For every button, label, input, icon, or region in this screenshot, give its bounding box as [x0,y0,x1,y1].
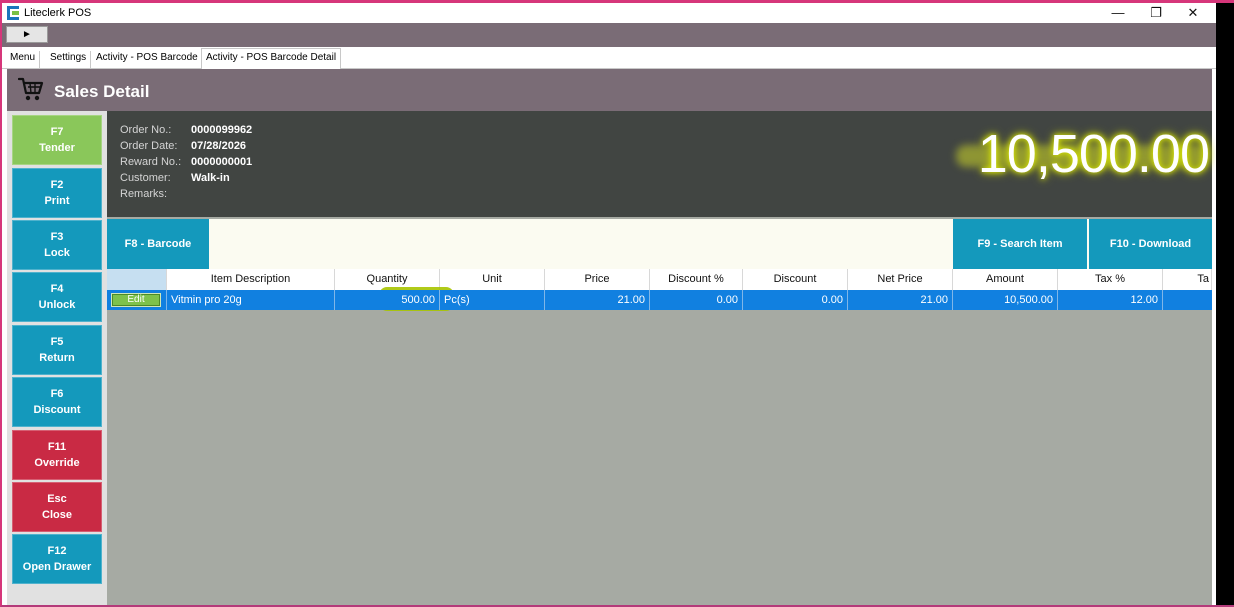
column-header-price[interactable]: Price [545,269,650,290]
return-key: F5 [50,336,64,348]
order-no-label: Order No.: [120,124,172,136]
order-info-panel: Order No.: 0000099962 Order Date: 07/28/… [107,111,1212,217]
play-button[interactable]: ► [6,26,48,43]
remarks-label: Remarks: [120,188,168,200]
desktop-edge [1216,3,1234,605]
order-no-value: 0000099962 [191,124,253,136]
override-key: F11 [47,441,67,453]
column-header-tax[interactable]: Ta [1163,269,1212,290]
customer-label: Customer: [120,172,171,184]
edit-button[interactable]: Edit [111,293,161,307]
column-header-item-description[interactable]: Item Description [167,269,335,290]
lock-key: F3 [50,231,64,243]
discount-cell[interactable]: 0.00 [743,290,848,310]
column-header-tax-pct[interactable]: Tax % [1058,269,1163,290]
unlock-key: F4 [50,283,64,295]
close-label: Close [42,509,72,521]
tab-pos-barcode[interactable]: Activity - POS Barcode [92,51,203,69]
tax-pct-cell[interactable]: 12.00 [1058,290,1163,310]
open-drawer-label: Open Drawer [22,561,92,573]
discount-button[interactable]: F6 Discount [12,377,102,427]
lock-button[interactable]: F3 Lock [12,220,102,270]
play-icon: ► [22,29,32,40]
column-header-discount[interactable]: Discount [743,269,848,290]
barcode-bar: F8 - Barcode F9 - Search Item F10 - Down… [107,219,1212,269]
tab-menu[interactable]: Menu [6,51,41,69]
app-window: Liteclerk POS — ❐ ✕ ► Menu Settings Acti… [2,3,1216,605]
open-drawer-key: F12 [47,545,67,557]
amount-cell[interactable]: 10,500.00 [953,290,1058,310]
page-header: Sales Detail [7,69,1212,111]
order-total: 10,500.00 [977,124,1210,184]
barcode-input[interactable] [211,221,951,267]
discount-key: F6 [50,388,64,400]
customer-value: Walk-in [191,172,230,184]
window-title: Liteclerk POS [24,7,92,19]
download-button[interactable]: F10 - Download [1089,219,1212,269]
shopping-cart-icon [18,77,44,101]
close-key: Esc [47,493,67,505]
return-label: Return [39,352,75,364]
column-header-net-price[interactable]: Net Price [848,269,953,290]
reward-no-label: Reward No.: [120,156,182,168]
net-price-cell[interactable]: 21.00 [848,290,953,310]
open-drawer-button[interactable]: F12 Open Drawer [12,534,102,584]
order-date-label: Order Date: [120,140,178,152]
function-sidebar: F7 Tender F2 Print F3 Lock F4 Unlock F5 … [7,111,107,605]
unlock-label: Unlock [38,299,76,311]
return-button[interactable]: F5 Return [12,325,102,375]
lock-label: Lock [44,247,70,259]
title-bar: Liteclerk POS — ❐ ✕ [2,3,1216,23]
override-label: Override [34,457,80,469]
table-row[interactable]: Edit Vitmin pro 20g 500.00 Pc(s) 21.00 0… [107,290,1212,310]
column-header-amount[interactable]: Amount [953,269,1058,290]
tab-pos-barcode-detail[interactable]: Activity - POS Barcode Detail [201,48,342,69]
tax-cell[interactable] [1163,290,1212,310]
column-header-discount-pct[interactable]: Discount % [650,269,743,290]
app-logo-icon [7,6,19,20]
override-button[interactable]: F11 Override [12,430,102,480]
quantity-cell[interactable]: 500.00 [335,290,440,310]
tender-label: Tender [39,142,75,154]
unlock-button[interactable]: F4 Unlock [12,272,102,322]
discount-pct-cell[interactable]: 0.00 [650,290,743,310]
unit-cell[interactable]: Pc(s) [440,290,545,310]
print-button[interactable]: F2 Print [12,168,102,218]
sales-detail-panel: Sales Detail F7 Tender F2 Print F3 Lock … [7,69,1212,605]
tab-settings[interactable]: Settings [46,51,92,69]
restore-button[interactable]: ❐ [1137,3,1175,23]
discount-label: Discount [33,404,81,416]
column-header-unit[interactable]: Unit [440,269,545,290]
edit-cell: Edit [107,290,167,310]
order-date-value: 07/28/2026 [191,140,247,152]
items-grid: Item Description Quantity Unit Price Dis… [107,269,1212,605]
price-cell[interactable]: 21.00 [545,290,650,310]
close-button[interactable]: Esc Close [12,482,102,532]
close-window-button[interactable]: ✕ [1174,3,1212,23]
column-header-edit [107,269,167,290]
print-label: Print [44,195,70,207]
toolbar: ► [2,23,1216,47]
search-item-button[interactable]: F9 - Search Item [953,219,1087,269]
reward-no-value: 0000000001 [191,156,253,168]
page-title: Sales Detail [54,82,150,101]
tender-key: F7 [50,126,64,138]
item-description-cell[interactable]: Vitmin pro 20g [167,290,335,310]
barcode-button[interactable]: F8 - Barcode [107,219,209,269]
print-key: F2 [50,179,64,191]
tender-button[interactable]: F7 Tender [12,115,102,165]
minimize-button[interactable]: — [1099,3,1137,23]
tab-strip: Menu Settings Activity - POS Barcode Act… [2,47,1216,69]
